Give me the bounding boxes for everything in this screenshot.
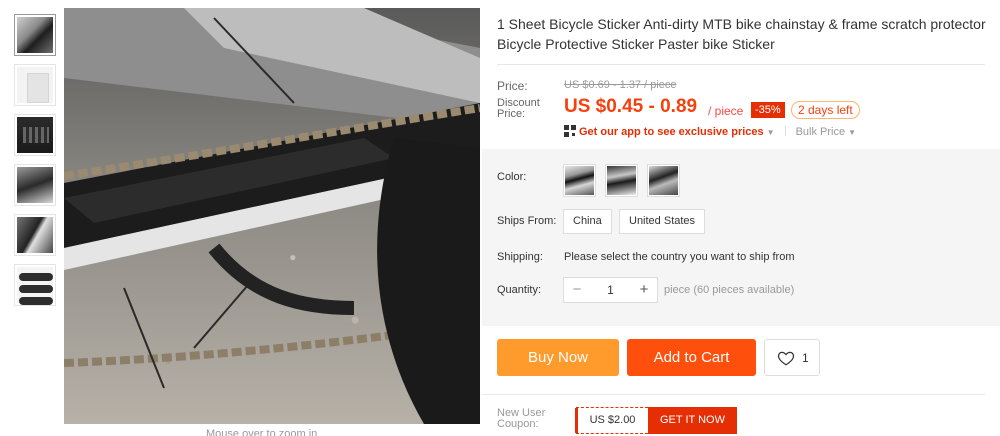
thumbnail-1[interactable]: [14, 14, 56, 56]
color-swatch-image: [607, 166, 636, 195]
ships-from-china[interactable]: China: [563, 209, 612, 234]
discount-badge: -35%: [751, 102, 785, 118]
chevron-down-icon[interactable]: ▼: [767, 128, 775, 137]
color-option-2[interactable]: [605, 164, 638, 197]
app-promo-row: Get our app to see exclusive prices ▼ Bulk…: [564, 125, 856, 138]
qr-code-icon: [564, 125, 576, 137]
thumbnail-image: [17, 167, 53, 203]
actions-divider: [482, 394, 985, 395]
title-divider: [497, 64, 985, 65]
time-left-badge: 2 days left: [791, 101, 860, 119]
coupon-label: New User Coupon:: [497, 407, 546, 430]
thumbnail-list: [14, 14, 58, 314]
chevron-down-icon[interactable]: ▼: [848, 128, 856, 137]
ships-from-united-states[interactable]: United States: [619, 209, 706, 234]
separator: [784, 126, 786, 136]
quantity-increase-button[interactable]: +: [633, 278, 655, 302]
quantity-decrease-button[interactable]: −: [566, 278, 588, 302]
original-price: US $0.69 - 1.37 / piece: [564, 79, 677, 91]
wishlist-count: 1: [802, 351, 809, 365]
sku-panel: [482, 149, 1000, 326]
quantity-stepper: − 1 +: [563, 277, 658, 303]
current-price: US $0.45 - 0.89: [564, 96, 698, 117]
thumbnail-2[interactable]: [14, 64, 56, 106]
color-option-3[interactable]: [647, 164, 680, 197]
price-unit: / piece: [708, 104, 744, 118]
color-label: Color:: [497, 171, 527, 183]
thumbnail-3[interactable]: [14, 114, 56, 156]
discount-price-label: Discount Price:: [497, 97, 540, 120]
coupon-amount: US $2.00: [575, 407, 648, 434]
bulk-price-link[interactable]: Bulk Price: [796, 126, 846, 138]
app-promo-link[interactable]: Get our app to see exclusive prices: [579, 126, 764, 138]
thumbnail-5[interactable]: [14, 214, 56, 256]
product-photo-illustration: [64, 8, 480, 424]
add-to-cart-button[interactable]: Add to Cart: [627, 339, 756, 376]
heart-icon: [777, 351, 795, 366]
get-coupon-button[interactable]: GET IT NOW: [648, 407, 737, 434]
availability-text: piece (60 pieces available): [664, 284, 795, 296]
buy-now-button[interactable]: Buy Now: [497, 339, 619, 376]
thumbnail-image: [17, 117, 53, 153]
product-title: 1 Sheet Bicycle Sticker Anti-dirty MTB b…: [497, 16, 986, 52]
color-option-1[interactable]: [563, 164, 596, 197]
new-user-coupon: US $2.00 GET IT NOW: [575, 407, 737, 434]
shipping-message: Please select the country you want to sh…: [564, 251, 795, 263]
ships-from-label: Ships From:: [497, 215, 557, 227]
main-product-image[interactable]: [64, 8, 480, 424]
color-swatch-image: [649, 166, 678, 195]
shipping-label: Shipping:: [497, 251, 543, 263]
quantity-label: Quantity:: [497, 284, 542, 296]
color-swatch-image: [565, 166, 594, 195]
thumbnail-4[interactable]: [14, 164, 56, 206]
product-info: 1 Sheet Bicycle Sticker Anti-dirty MTB b…: [497, 14, 987, 54]
thumbnail-6[interactable]: [14, 264, 56, 306]
wishlist-button[interactable]: 1: [764, 339, 820, 376]
price-label: Price:: [497, 79, 528, 93]
thumbnail-image: [17, 17, 53, 53]
quantity-input[interactable]: 1: [592, 278, 629, 302]
thumbnail-image: [17, 67, 53, 103]
thumbnail-image: [17, 267, 53, 303]
thumbnail-image: [17, 217, 53, 253]
zoom-hint: Mouse over to zoom in: [206, 428, 318, 436]
